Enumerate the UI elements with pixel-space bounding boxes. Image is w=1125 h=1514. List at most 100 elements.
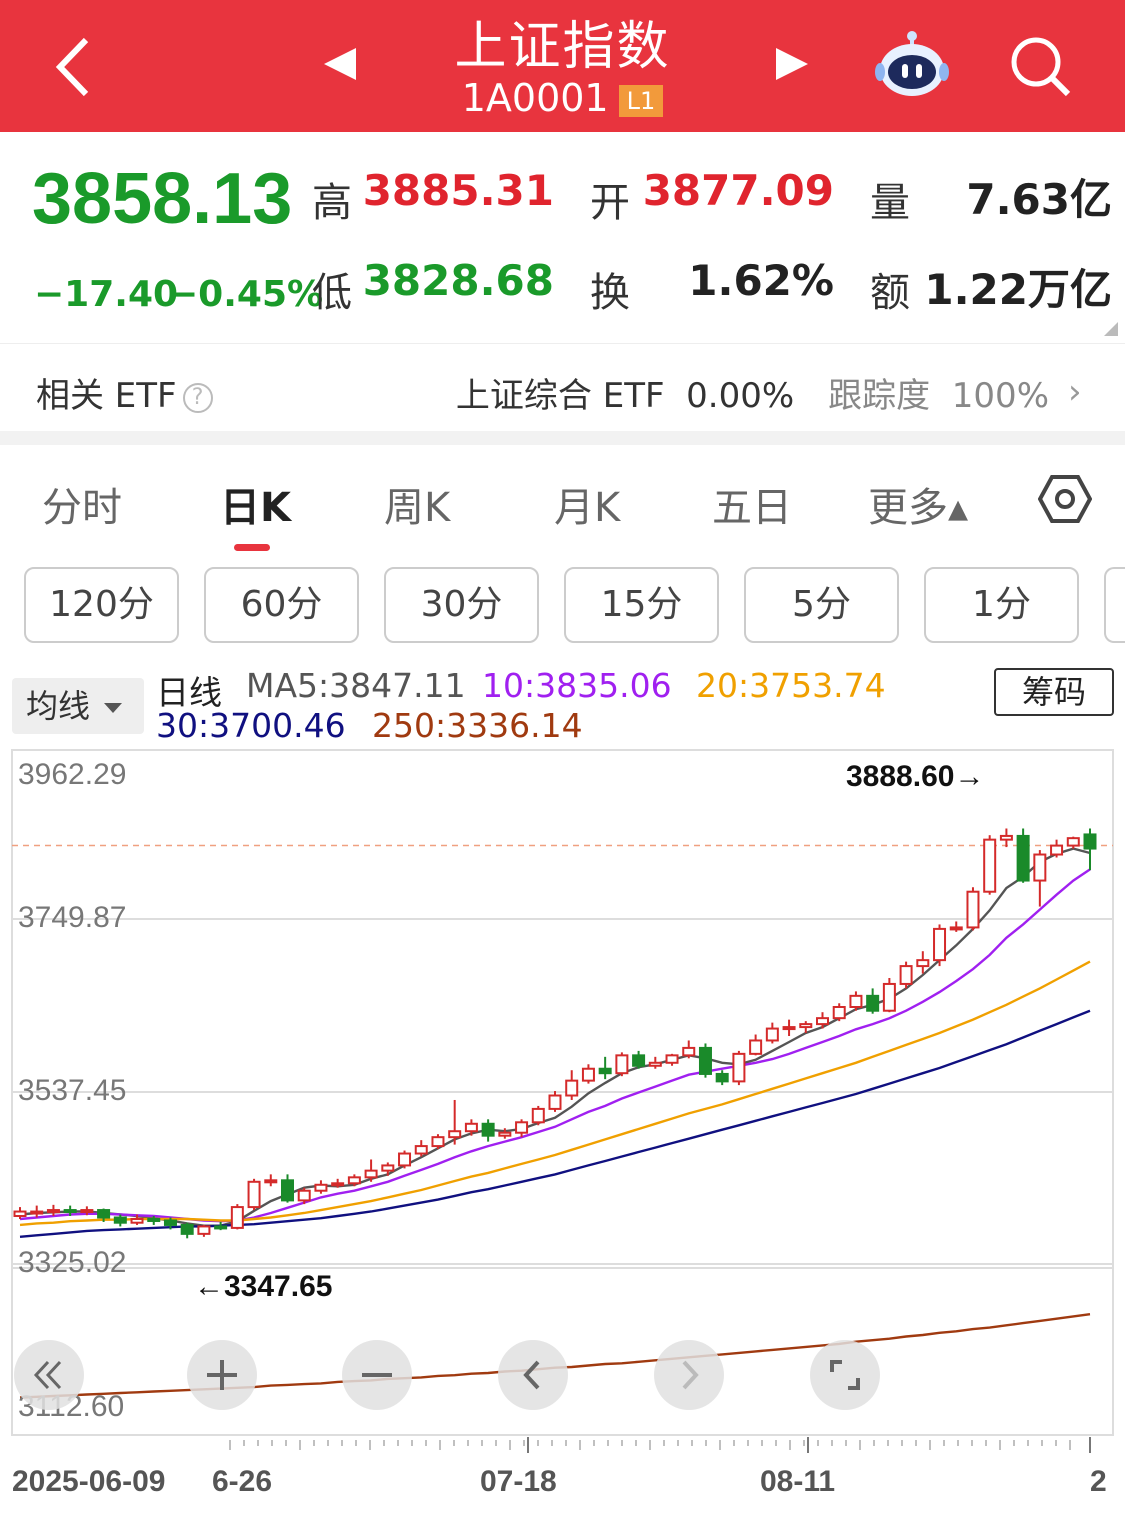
left-icon[interactable] [498, 1340, 568, 1410]
candle-body [364, 1169, 378, 1179]
etf-pct: 0.00% [686, 376, 795, 416]
candle-body [80, 1209, 94, 1214]
candle-body [598, 1067, 612, 1075]
chevron-right-icon[interactable]: › [1068, 372, 1082, 412]
candle-body [97, 1209, 111, 1219]
candle-body [816, 1017, 829, 1026]
candle-body [214, 1225, 228, 1230]
tab-five-day[interactable]: 五日 [712, 475, 792, 533]
related-etf-row[interactable]: 相关 ETF? 上证综合 ETF 0.00% 跟踪度 100% › [0, 343, 1125, 431]
y-tick-label: 3962.29 [18, 758, 126, 791]
min-price-label: ←3347.65 [194, 1270, 332, 1303]
candle-body [782, 1026, 796, 1031]
candle-body [448, 1130, 462, 1139]
candle-body [163, 1219, 177, 1226]
candle-body [832, 1006, 846, 1020]
candle-body [698, 1046, 712, 1075]
rewind-icon[interactable] [14, 1340, 84, 1410]
current-price: 3858.13 [32, 159, 293, 239]
stock-code: 1A0001 L1 [0, 76, 1125, 120]
expand-corner-icon[interactable] [1104, 322, 1118, 336]
high-value: 3885.31 [362, 166, 554, 215]
period-5min-button[interactable]: 5分 [744, 567, 899, 643]
search-icon[interactable] [1008, 34, 1074, 98]
price-change: −17.40 [34, 274, 179, 315]
price-change-pct: −0.45% [168, 274, 324, 315]
candle-body [264, 1179, 278, 1184]
right-icon[interactable] [654, 1340, 724, 1410]
open-label: 开 [590, 180, 630, 226]
y-tick-label: 3537.45 [18, 1074, 126, 1107]
candle-body [1083, 833, 1097, 850]
candle-body [966, 890, 980, 929]
candle-body [481, 1122, 495, 1137]
y-tick-label: 3325.02 [18, 1246, 126, 1279]
amount-value: 1.22万亿 [924, 265, 1112, 314]
turnover-value: 1.62% [688, 256, 834, 305]
period-30min-button[interactable]: 30分 [384, 567, 539, 643]
next-icon[interactable] [772, 44, 812, 84]
period-more-button[interactable] [1104, 567, 1125, 643]
tab-weekly-k[interactable]: 周K [384, 475, 450, 533]
etf-name: 上证综合 ETF [455, 376, 665, 416]
tab-intraday[interactable]: 分时 [42, 475, 122, 533]
candle-body [949, 926, 963, 931]
x-tick-label: 6-26 [212, 1465, 272, 1498]
ma20-value: 20:3753.74 [696, 666, 886, 705]
candle-body [431, 1136, 445, 1148]
candle-body [113, 1216, 127, 1224]
candle-body [632, 1054, 646, 1067]
candle-body [749, 1039, 763, 1055]
candle-body [849, 994, 863, 1009]
ma250-value: 250:3336.14 [372, 706, 583, 745]
candle-body [1066, 837, 1080, 847]
candle-body [682, 1046, 696, 1057]
candle-body [799, 1023, 813, 1029]
candle-body [63, 1209, 77, 1214]
volume-label: 量 [870, 180, 910, 226]
candle-body [615, 1054, 629, 1075]
candle-body [933, 927, 947, 962]
tab-daily-k[interactable]: 日K [220, 475, 291, 533]
zoom-in-icon[interactable] [187, 1340, 257, 1410]
period-15min-button[interactable]: 15分 [564, 567, 719, 643]
zoom-out-icon[interactable] [342, 1340, 412, 1410]
fullscreen-icon[interactable] [810, 1340, 880, 1410]
x-tick-label: 2 [1090, 1465, 1107, 1498]
candle-body [916, 959, 930, 968]
period-60min-button[interactable]: 60分 [204, 567, 359, 643]
tab-more[interactable]: 更多▴ [868, 475, 968, 533]
tab-monthly-k[interactable]: 月K [554, 475, 620, 533]
candle-body [565, 1079, 579, 1097]
chart-tabs: 分时 日K 周K 月K 五日 更多▴ [0, 445, 1125, 555]
ma-toggle[interactable]: 均线 [12, 678, 144, 734]
candle-body [715, 1072, 729, 1083]
period-120min-button[interactable]: 120分 [24, 567, 179, 643]
candle-body [1033, 853, 1047, 882]
settings-icon[interactable] [1038, 474, 1092, 524]
candle-body [999, 834, 1013, 841]
candle-body [1016, 834, 1030, 882]
candle-body [866, 994, 880, 1012]
candle-body [30, 1210, 44, 1215]
candle-body [381, 1164, 395, 1172]
page-title: 上证指数 [454, 17, 671, 77]
period-1min-button[interactable]: 1分 [924, 567, 1079, 643]
low-label: 低 [312, 270, 352, 316]
candle-body [983, 838, 997, 893]
robot-icon[interactable] [874, 30, 950, 100]
candle-body [147, 1217, 161, 1222]
volume-value: 7.63亿 [966, 175, 1112, 224]
candle-body [464, 1122, 478, 1133]
candle-body [13, 1210, 27, 1218]
candle-body [414, 1145, 428, 1155]
candle-body [1050, 844, 1064, 856]
candle-body [531, 1107, 545, 1124]
level-badge: L1 [618, 84, 664, 117]
max-price-label: 3888.60→ [846, 760, 984, 793]
candle-body [46, 1209, 60, 1214]
help-icon[interactable]: ? [182, 382, 213, 413]
ma30-value: 30:3700.46 [156, 706, 346, 745]
caret-down-icon [104, 703, 123, 713]
chip-distribution-button[interactable]: 筹码 [994, 668, 1114, 716]
